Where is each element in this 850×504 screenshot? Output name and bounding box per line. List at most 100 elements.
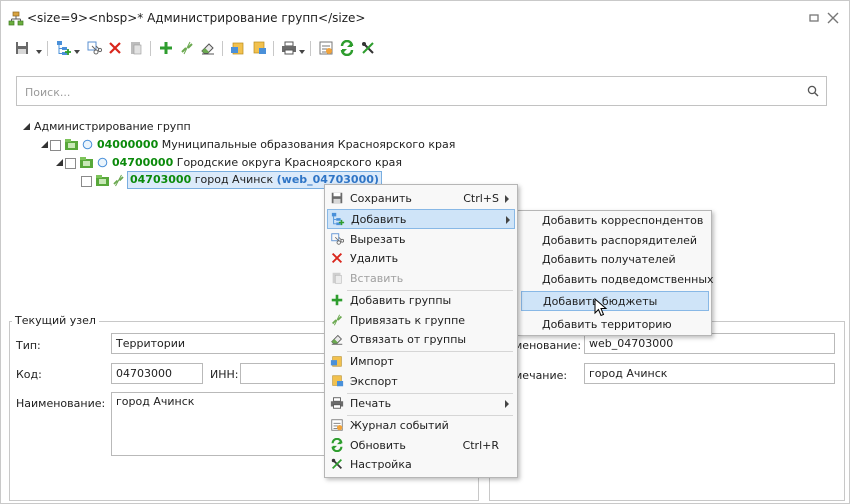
event-log-icon (330, 418, 344, 432)
tree-node-checkbox[interactable] (50, 140, 61, 151)
expand-triangle-icon (41, 141, 48, 148)
delete-icon (330, 251, 344, 265)
cut-icon (87, 41, 103, 55)
close-icon (827, 12, 839, 24)
submenu-arrow-icon (506, 216, 510, 224)
menu-item-export[interactable]: Экспорт (327, 372, 513, 391)
plus-icon (330, 293, 344, 307)
window: <size=9><nbsp>* Администрирование групп<… (0, 0, 850, 504)
status-circle-icon (97, 157, 108, 168)
export-icon (330, 374, 344, 388)
settings-icon (330, 457, 344, 471)
unlink-from-group-button[interactable] (199, 39, 217, 57)
submenu-item[interactable]: Добавить подведомственных (521, 270, 714, 289)
search-icon[interactable] (807, 85, 819, 97)
add-groups-button[interactable] (157, 39, 175, 57)
window-title: <size=9><nbsp>* Администрирование групп<… (27, 11, 366, 25)
type-label: Тип: (16, 339, 41, 352)
current-node-legend: Текущий узел (12, 314, 99, 327)
export-icon (253, 41, 266, 54)
right-name-field[interactable]: web_04703000 (584, 333, 835, 354)
menu-item-delete[interactable]: Удалить (327, 249, 513, 268)
close-button[interactable] (825, 10, 841, 26)
menu-item-cut[interactable]: Вырезать (327, 230, 513, 249)
code-label: Код: (16, 368, 42, 381)
cut-button[interactable] (85, 39, 103, 57)
import-icon (231, 42, 244, 55)
group-folder-icon (80, 157, 93, 168)
tree-root-label: Администрирование групп (34, 120, 191, 133)
submenu-item[interactable]: Добавить распорядителей (521, 231, 707, 250)
mouse-pointer-icon (594, 298, 608, 317)
paste-button[interactable] (127, 39, 145, 57)
menu-item-event-log[interactable]: Журнал событий (327, 416, 513, 435)
toolbar-separator (273, 41, 274, 56)
menu-item-settings[interactable]: Настройка (327, 455, 513, 474)
add-tree-icon (57, 41, 71, 55)
menu-item-refresh[interactable]: Обновить Ctrl+R (327, 436, 513, 455)
name-label: Наименование: (16, 397, 106, 410)
link-to-group-button[interactable] (178, 39, 196, 57)
save-dropdown-icon[interactable] (36, 45, 42, 54)
submenu-item-highlighted[interactable]: Добавить бюджеты (521, 291, 709, 311)
maximize-button[interactable] (806, 10, 822, 26)
print-button[interactable] (280, 39, 298, 57)
save-button[interactable] (13, 39, 31, 57)
submenu-arrow-icon (505, 400, 509, 408)
name-field[interactable]: город Ачинск (111, 392, 349, 456)
tree-node-checkbox[interactable] (81, 176, 92, 187)
submenu-item[interactable]: Добавить получателей (521, 250, 707, 269)
tree-node-code: 04703000 (130, 173, 192, 186)
submenu-item[interactable]: Добавить территорию (521, 315, 707, 334)
toolbar-separator (150, 41, 151, 56)
menu-item-paste[interactable]: Вставить (327, 269, 513, 288)
print-dropdown-icon[interactable] (299, 45, 305, 54)
submenu-item[interactable]: Добавить корреспондентов (521, 211, 707, 230)
menu-item-import[interactable]: Импорт (327, 352, 513, 371)
toolbar-separator (47, 41, 48, 56)
save-icon (330, 191, 344, 205)
settings-button[interactable] (359, 39, 377, 57)
refresh-icon (330, 437, 344, 453)
add-dropdown-icon[interactable] (74, 45, 80, 54)
import-button[interactable] (229, 39, 247, 57)
menu-item-unlink-from-group[interactable]: Отвязать от группы (327, 330, 513, 349)
menu-item-add[interactable]: Добавить (327, 209, 515, 229)
paste-icon (330, 271, 344, 285)
menu-item-add-groups[interactable]: Добавить группы (327, 291, 513, 310)
import-icon (330, 354, 344, 368)
export-button[interactable] (250, 39, 268, 57)
link-icon (113, 174, 124, 187)
refresh-button[interactable] (338, 39, 356, 57)
tree-node-checkbox[interactable] (65, 158, 76, 169)
menu-item-print[interactable]: Печать (327, 394, 513, 413)
add-tree-icon (331, 212, 345, 226)
refresh-icon (340, 39, 354, 57)
type-field[interactable]: Территории (111, 333, 351, 354)
event-log-button[interactable] (317, 39, 335, 57)
tree-node-code: 04000000 (97, 138, 159, 151)
search-input[interactable] (23, 82, 797, 102)
delete-button[interactable] (106, 39, 124, 57)
toolbar-separator (310, 41, 311, 56)
event-log-icon (319, 41, 333, 55)
eraser-icon (201, 43, 214, 55)
context-menu: Сохранить Ctrl+S Добавить Вырезать Удали… (324, 184, 518, 478)
right-note-field[interactable]: город Ачинск (584, 363, 835, 384)
code-field[interactable]: 04703000 (111, 363, 203, 384)
menu-item-save[interactable]: Сохранить Ctrl+S (327, 189, 513, 208)
title-bar: <size=9><nbsp>* Администрирование групп<… (1, 1, 849, 35)
inn-label: ИНН: (210, 368, 239, 381)
menu-item-link-to-group[interactable]: Привязать к группе (327, 311, 513, 330)
submenu-arrow-icon (505, 195, 509, 203)
paste-icon (131, 42, 142, 55)
add-tree-button[interactable] (55, 39, 73, 57)
tree-node-name: город Ачинск (194, 173, 274, 186)
plus-icon (160, 42, 172, 54)
tree-node-code: 04700000 (112, 156, 174, 169)
delete-icon (109, 42, 121, 54)
link-icon (330, 313, 344, 327)
maximize-icon (809, 14, 819, 22)
add-submenu: Добавить корреспондентов Добавить распор… (517, 210, 714, 336)
settings-icon (362, 42, 374, 54)
